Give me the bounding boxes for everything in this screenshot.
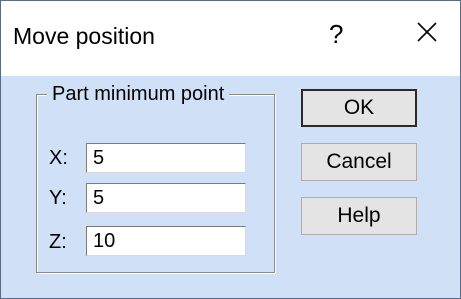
title-bar: Move position ? xyxy=(1,1,460,76)
y-input[interactable] xyxy=(86,183,246,213)
group-title: Part minimum point xyxy=(47,83,229,106)
z-label: Z: xyxy=(49,231,67,254)
z-input[interactable] xyxy=(86,226,246,256)
cancel-button[interactable]: Cancel xyxy=(301,143,417,181)
x-input[interactable] xyxy=(86,143,246,173)
close-icon[interactable] xyxy=(412,17,442,47)
dialog-title: Move position xyxy=(13,23,155,50)
move-position-dialog: Move position ? Part minimum point X: Y:… xyxy=(0,0,461,299)
x-label: X: xyxy=(49,147,68,170)
help-button[interactable]: Help xyxy=(301,197,417,235)
help-question-button[interactable]: ? xyxy=(329,19,343,50)
ok-button[interactable]: OK xyxy=(301,89,417,127)
y-label: Y: xyxy=(49,187,67,210)
